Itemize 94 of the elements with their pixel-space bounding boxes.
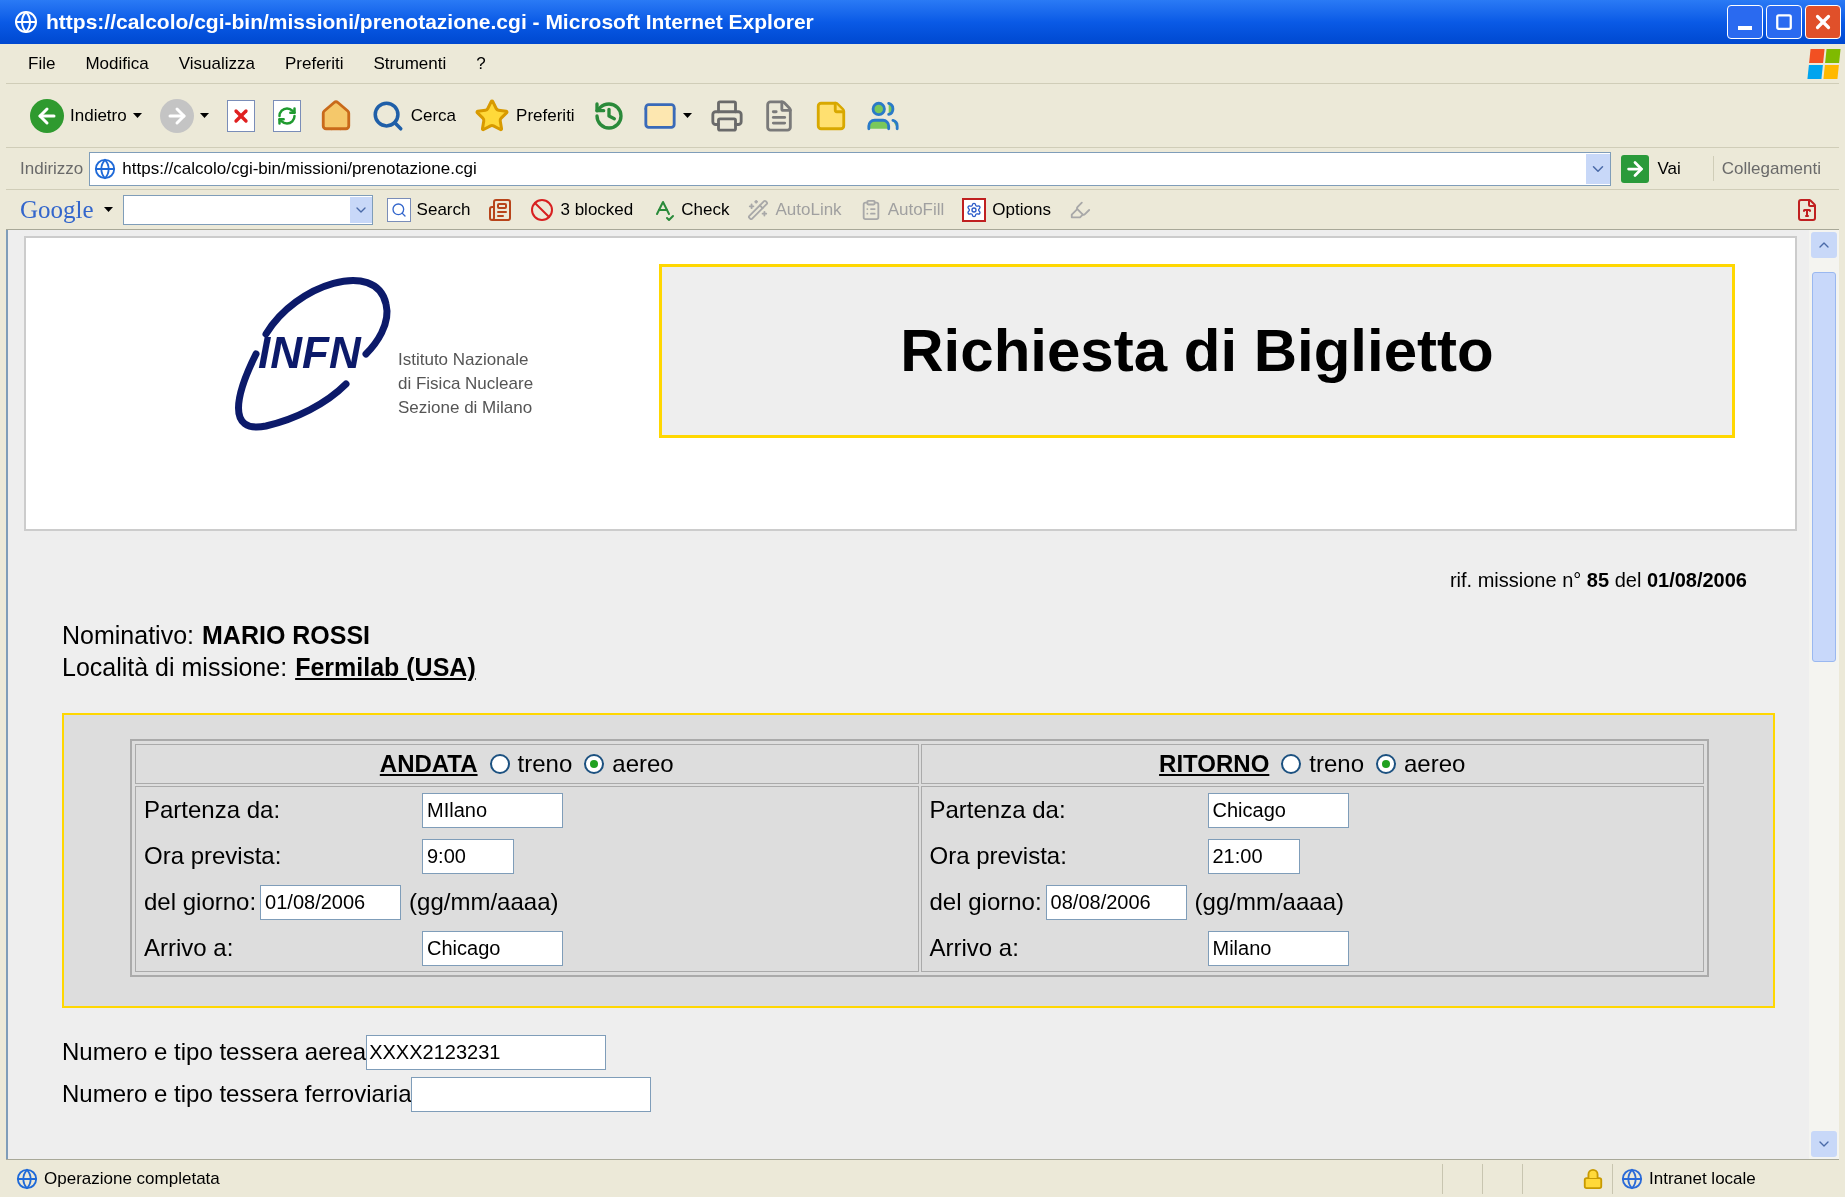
place-field[interactable]: Milano [1207, 930, 1349, 966]
maximize-icon [1775, 13, 1793, 31]
page-icon [94, 157, 117, 180]
toolbar-button[interactable]: Cerca [366, 96, 461, 135]
scroll-thumb[interactable] [1812, 272, 1836, 662]
links-button[interactable]: Collegamenti [1712, 155, 1839, 182]
search-icon [370, 98, 405, 133]
menu-item[interactable]: File [26, 50, 58, 77]
radio-button[interactable] [584, 754, 605, 774]
leg-title: RITORNO [1159, 749, 1270, 779]
date-field[interactable]: 01/08/2006 [260, 884, 402, 920]
pdf-icon[interactable] [1795, 197, 1819, 222]
name-label: Nominativo: [62, 620, 194, 651]
field-label: Ora prevista: [929, 841, 1068, 871]
card-label: Numero e tipo tessera ferroviaria [62, 1079, 412, 1109]
time-field[interactable]: 9:00 [422, 838, 514, 874]
refresh-icon [272, 99, 301, 132]
radio-button[interactable] [489, 754, 510, 774]
field-label: Partenza da: [144, 795, 282, 825]
star-icon [474, 97, 511, 134]
institute-name-line: Istituto Nazionale [398, 349, 530, 371]
card-number-field[interactable] [411, 1076, 652, 1112]
windows-logo-icon [1807, 48, 1841, 79]
window-title: https://calcolo/cgi-bin/missioni/prenotazione.cgi - Microsoft Internet Explorer [46, 9, 815, 36]
card-number-field[interactable]: XXXX2123231 [366, 1034, 607, 1070]
institute-name-line: Sezione di Milano [398, 397, 534, 419]
time-field[interactable]: 21:00 [1207, 838, 1300, 874]
caret-icon [682, 112, 692, 119]
place-field[interactable]: Chicago [1207, 792, 1349, 828]
location-link[interactable]: Fermilab (USA) [295, 651, 476, 683]
field-label: Ora prevista: [144, 841, 283, 871]
google-toolbar-button[interactable]: 3 blocked [526, 196, 638, 223]
infn-logo: INFN [226, 264, 396, 434]
browser-icon [14, 10, 38, 34]
history-icon [592, 99, 625, 132]
leg-title: ANDATA [379, 749, 478, 779]
address-field[interactable]: https://calcolo/cgi-bin/missioni/prenotazione.cgi [89, 151, 1612, 186]
scrollbar[interactable] [1809, 230, 1839, 1159]
card-label: Numero e tipo tessera aerea [62, 1037, 367, 1067]
google-toolbar-button[interactable]: Options [958, 196, 1055, 223]
place-field[interactable]: Chicago [422, 930, 563, 966]
go-button[interactable]: Vai [1619, 154, 1683, 183]
google-g-icon [386, 197, 411, 222]
radio-label: aereo [1404, 749, 1466, 779]
menu-item[interactable]: ? [474, 50, 488, 77]
lock-icon [1582, 1167, 1604, 1190]
google-logo[interactable]: Google [20, 190, 94, 229]
maximize-button[interactable] [1766, 5, 1802, 39]
toolbar-button[interactable]: Preferiti [470, 95, 579, 136]
radio-button[interactable] [1281, 754, 1302, 774]
google-toolbar-button[interactable]: Check [647, 196, 734, 223]
radio-label: treno [517, 749, 573, 779]
date-format-hint: (gg/mm/aaaa) [409, 887, 559, 917]
address-label: Indirizzo [20, 157, 84, 180]
intranet-icon [1621, 1167, 1643, 1190]
security-zone: Intranet locale [1649, 1167, 1757, 1190]
caret-icon [132, 112, 142, 119]
menu-item[interactable]: Preferiti [282, 50, 346, 77]
field-label: Partenza da: [929, 795, 1067, 825]
toolbar-button[interactable]: Indietro [26, 96, 146, 135]
radio-label: treno [1309, 749, 1364, 779]
newspaper-icon [488, 197, 513, 222]
blocked-popup-icon [530, 197, 555, 222]
google-search-field[interactable] [122, 194, 373, 225]
page-title: Richiesta di Biglietto [900, 316, 1494, 386]
menu-item[interactable]: Visualizza [176, 50, 257, 77]
place-field[interactable]: MIlano [422, 792, 563, 828]
printer-icon [709, 98, 744, 133]
date-format-hint: (gg/mm/aaaa) [1194, 887, 1344, 917]
close-button[interactable] [1805, 5, 1841, 39]
menu-item[interactable]: Modifica [83, 50, 151, 77]
institute-name-line: di Fisica Nucleare [398, 373, 534, 395]
caret-icon [103, 206, 113, 213]
field-label: Arrivo a: [929, 933, 1020, 963]
address-url: https://calcolo/cgi-bin/missioni/prenotazione.cgi [122, 157, 478, 180]
caret-icon [199, 112, 209, 119]
stop-icon [226, 99, 255, 132]
google-toolbar-button[interactable]: Search [382, 196, 475, 223]
page-icon [16, 1167, 38, 1190]
minimize-icon [1738, 26, 1752, 30]
date-field[interactable]: 08/08/2006 [1045, 884, 1187, 920]
person-name: MARIO ROSSI [202, 620, 371, 651]
magic-wand-icon [747, 198, 770, 221]
mission-reference: rif. missione n° 85 del 01/08/2006 [1449, 568, 1747, 593]
status-text: Operazione completata [44, 1167, 221, 1190]
field-label: del giorno: [929, 887, 1042, 917]
options-icon [962, 197, 987, 222]
field-label: Arrivo a: [144, 933, 235, 963]
location-label: Località di missione: [62, 652, 288, 683]
radio-button[interactable] [1376, 754, 1396, 774]
radio-label: aereo [612, 749, 674, 779]
field-label: del giorno: [144, 887, 257, 917]
minimize-button[interactable] [1727, 5, 1763, 39]
menu-item[interactable]: Strumenti [371, 50, 449, 77]
